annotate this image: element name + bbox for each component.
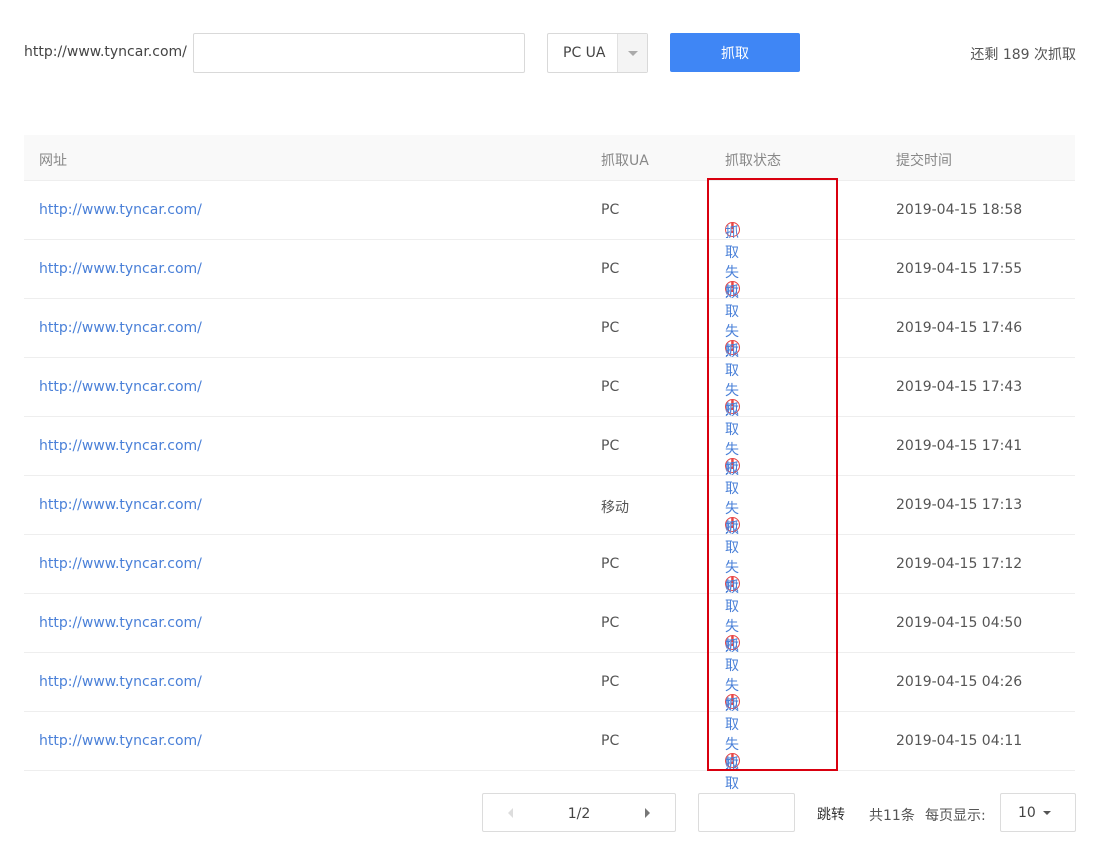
row-url-link[interactable]: http://www.tyncar.com/ [39,379,202,395]
row-ua: PC [601,438,620,454]
total-count: 共11条 [869,808,915,824]
table-row: http://www.tyncar.com/PC!抓取失败2019-04-15 … [24,712,1075,832]
ua-select-value: PC UA [563,45,606,61]
ua-select[interactable]: PC UA [547,33,648,73]
fetch-button[interactable]: 抓取 [670,33,800,72]
row-ua: PC [601,261,620,277]
row-url-link[interactable]: http://www.tyncar.com/ [39,615,202,631]
table-row: http://www.tyncar.com/PC!抓取失败2019-04-15 … [24,417,1075,537]
row-ua: PC [601,615,620,631]
per-page-select[interactable]: 10 [1000,793,1076,832]
table-body: http://www.tyncar.com/PC! 抓取失败 2019-04-15 … [24,181,1075,832]
table-row: http://www.tyncar.com/PC!抓取失败2019-04-15 … [24,240,1075,360]
jump-button[interactable]: 跳转 [817,804,845,824]
row-ua: 移动 [601,500,629,516]
row-ua: PC [601,556,620,572]
row-url-link[interactable]: http://www.tyncar.com/ [39,261,202,277]
row-ua: PC [601,674,620,690]
jump-page-input[interactable] [698,793,795,832]
chevron-down-icon [627,50,638,56]
next-page-icon[interactable] [645,808,650,818]
per-page-value: 10 [1018,805,1036,821]
table-row: http://www.tyncar.com/PC!抓取失败2019-04-15 … [24,653,1075,773]
row-time: 2019-04-15 17:46 [896,320,1023,336]
chevron-down-icon [1043,811,1051,815]
row-time: 2019-04-15 17:12 [896,556,1023,572]
row-time: 2019-04-15 17:43 [896,379,1023,395]
row-time: 2019-04-15 17:41 [896,438,1023,454]
row-url-link[interactable]: http://www.tyncar.com/ [39,202,202,218]
table-row: http://www.tyncar.com/PC!抓取失败2019-04-15 … [24,358,1075,478]
header-url: 网址 [39,153,67,169]
row-time: 2019-04-15 04:26 [896,674,1023,690]
per-page-label: 每页显示: [925,808,986,824]
row-time: 2019-04-15 17:55 [896,261,1023,277]
fetch-diagnosis-page: http://www.tyncar.com/ PC UA 抓取 还剩 189 次… [0,0,1120,866]
row-time: 2019-04-15 17:13 [896,497,1023,513]
row-ua: PC [601,202,620,218]
row-time: 2019-04-15 04:50 [896,615,1023,631]
row-time: 2019-04-15 18:58 [896,202,1023,218]
row-ua: PC [601,733,620,749]
row-url-link[interactable]: http://www.tyncar.com/ [39,320,202,336]
table-row: http://www.tyncar.com/PC!抓取失败2019-04-15 … [24,181,1075,301]
url-prefix: http://www.tyncar.com/ [24,44,187,60]
ua-select-toggle[interactable] [617,34,647,72]
pager: 1/2 [482,793,676,832]
row-url-link[interactable]: http://www.tyncar.com/ [39,674,202,690]
row-url-link[interactable]: http://www.tyncar.com/ [39,497,202,513]
header-time: 提交时间 [896,153,952,169]
row-url-link[interactable]: http://www.tyncar.com/ [39,733,202,749]
table-header: 网址 抓取UA 抓取状态 提交时间 [24,135,1075,181]
row-ua: PC [601,320,620,336]
table-row: http://www.tyncar.com/移动! 抓取失败 2019-04-15 … [24,476,1075,596]
header-ua: 抓取UA [601,153,649,169]
row-time: 2019-04-15 04:11 [896,733,1023,749]
row-url-link[interactable]: http://www.tyncar.com/ [39,556,202,572]
remaining-count: 还剩 189 次抓取 [970,47,1076,63]
row-url-link[interactable]: http://www.tyncar.com/ [39,438,202,454]
table-row: http://www.tyncar.com/PC!抓取失败2019-04-15 … [24,299,1075,419]
table-row: http://www.tyncar.com/PC!抓取失败2019-04-15 … [24,535,1075,655]
table-row: http://www.tyncar.com/PC!抓取失败2019-04-15 … [24,594,1075,714]
row-ua: PC [601,379,620,395]
header-status: 抓取状态 [725,153,781,169]
fetch-history-table: 网址 抓取UA 抓取状态 提交时间 http://www.tyncar.com/… [24,135,1075,832]
url-path-input[interactable] [193,33,525,73]
